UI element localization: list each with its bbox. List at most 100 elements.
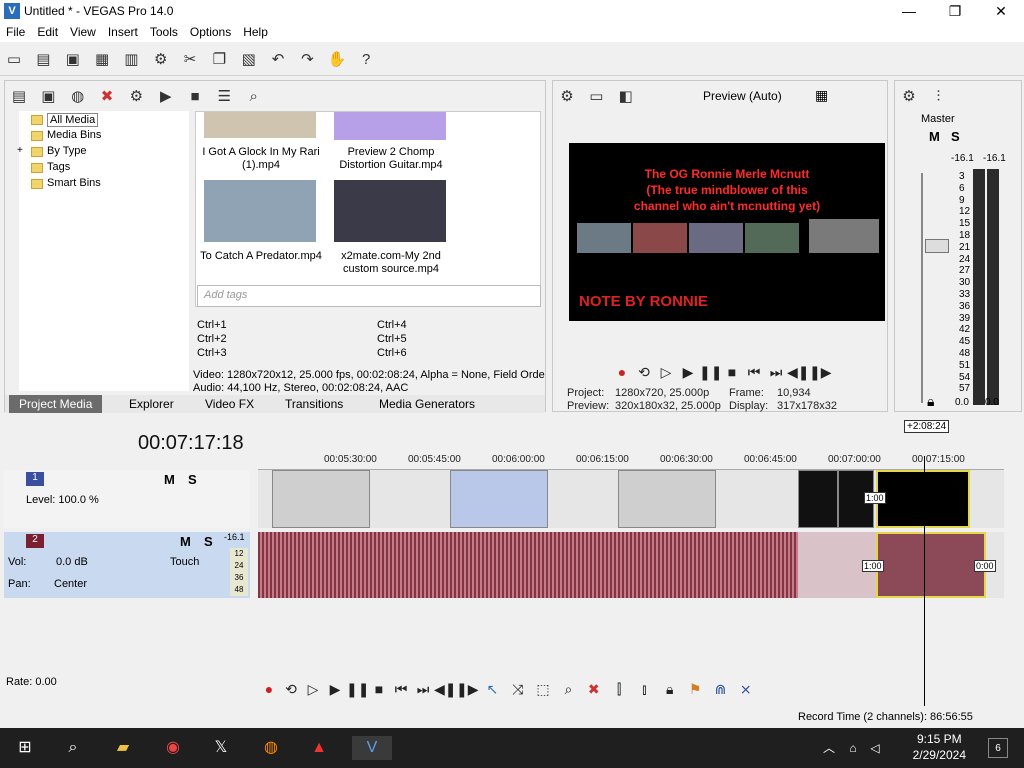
thumb-image-glock[interactable] bbox=[204, 112, 316, 138]
audio-waveform[interactable] bbox=[258, 532, 798, 598]
tree-item-smart-bins[interactable]: Smart Bins bbox=[47, 177, 101, 189]
play-from-start-icon[interactable]: ▷ bbox=[302, 676, 324, 702]
loop-icon[interactable]: ⟲ bbox=[633, 359, 655, 385]
snap-icon[interactable]: ⋒ bbox=[709, 676, 731, 702]
audio-solo-button[interactable]: S bbox=[204, 534, 213, 549]
x-app-icon[interactable]: 𝕏 bbox=[208, 736, 234, 760]
import-media-icon[interactable]: ▤ bbox=[9, 87, 29, 107]
pause-icon[interactable]: ❚❚ bbox=[346, 676, 369, 702]
go-start-icon[interactable]: ⏮ bbox=[743, 359, 765, 385]
notification-badge[interactable]: 6 bbox=[988, 738, 1008, 758]
globe-icon[interactable]: ◍ bbox=[68, 87, 88, 107]
menu-file[interactable]: File bbox=[0, 22, 31, 42]
master-solo-button[interactable]: S bbox=[951, 129, 960, 144]
remove-icon[interactable]: ✖ bbox=[97, 87, 117, 107]
view-list-icon[interactable]: ☰ bbox=[214, 87, 234, 107]
minimize-button[interactable]: — bbox=[886, 0, 932, 22]
save-as-icon[interactable]: ▦ bbox=[92, 50, 112, 70]
expand-icon[interactable]: + bbox=[17, 145, 23, 156]
selection-tool-icon[interactable]: ⬚ bbox=[532, 676, 554, 702]
video-track-header[interactable]: 1 M S Level: 100.0 % bbox=[4, 470, 250, 528]
tab-transitions[interactable]: Transitions bbox=[285, 395, 343, 413]
loop-icon[interactable]: ⟲ bbox=[280, 676, 302, 702]
video-track-lane[interactable]: 1:00 bbox=[258, 470, 1004, 528]
trim-icon[interactable]: ⫿ bbox=[608, 676, 630, 702]
lock-icon[interactable]: 🔒︎ bbox=[659, 676, 681, 702]
redo-icon[interactable]: ↷ bbox=[297, 50, 317, 70]
save-icon[interactable]: ▣ bbox=[63, 50, 83, 70]
audio-mute-button[interactable]: M bbox=[180, 534, 191, 549]
lock-icon[interactable]: 🔒︎ bbox=[927, 393, 934, 410]
master-mute-button[interactable]: M bbox=[929, 129, 940, 144]
automation-mode[interactable]: Touch bbox=[170, 556, 199, 568]
copy-icon[interactable]: ❐ bbox=[209, 50, 229, 70]
thumb-label-x2mate[interactable]: x2mate.com-My 2nd custom source.mp4 bbox=[326, 250, 456, 276]
tab-media-generators[interactable]: Media Generators bbox=[379, 395, 475, 413]
record-icon[interactable]: ● bbox=[258, 676, 280, 702]
audio-track-header[interactable]: 2 M S -16.1 Vol: 0.0 dB Touch Pan: Cente… bbox=[4, 532, 250, 598]
master-fader-handle[interactable] bbox=[925, 239, 949, 253]
start-icon[interactable]: ⊞ bbox=[12, 736, 38, 760]
mixer-icon[interactable]: ⫶ bbox=[928, 87, 948, 107]
playhead-cursor[interactable] bbox=[924, 456, 925, 706]
go-end-icon[interactable]: ⏭ bbox=[765, 359, 787, 385]
vegas-taskbar-icon[interactable]: V bbox=[352, 736, 392, 760]
auto-crossfade-icon[interactable]: ⨯ bbox=[735, 676, 757, 702]
thumb-image-chomp[interactable] bbox=[334, 112, 446, 140]
video-clip-selected[interactable] bbox=[876, 470, 970, 528]
video-clip[interactable] bbox=[618, 470, 716, 528]
preview-gear-icon[interactable]: ⚙ bbox=[557, 87, 577, 107]
thumb-image-predator[interactable] bbox=[204, 180, 316, 242]
thumb-label-glock[interactable]: I Got A Glock In My Rari (1).mp4 bbox=[196, 146, 326, 172]
master-fader-track[interactable] bbox=[921, 173, 949, 403]
thumb-image-x2mate[interactable] bbox=[334, 180, 446, 242]
video-solo-button[interactable]: S bbox=[188, 472, 197, 487]
chrome-icon[interactable]: ◉ bbox=[160, 736, 186, 760]
open-icon[interactable]: ▤ bbox=[33, 50, 53, 70]
tab-explorer[interactable]: Explorer bbox=[129, 395, 174, 413]
close-button[interactable]: ✕ bbox=[978, 0, 1024, 22]
play-icon[interactable]: ▶ bbox=[156, 87, 176, 107]
prev-frame-icon[interactable]: ◀❚ bbox=[787, 359, 810, 385]
tree-item-by-type[interactable]: By Type bbox=[47, 145, 87, 157]
tab-video-fx[interactable]: Video FX bbox=[205, 395, 254, 413]
games-app-icon[interactable]: ▲ bbox=[306, 736, 332, 760]
search-icon[interactable]: ⌕ bbox=[60, 736, 86, 760]
render-icon[interactable]: ▥ bbox=[121, 50, 141, 70]
pause-icon[interactable]: ❚❚ bbox=[699, 359, 722, 385]
envelope-tool-icon[interactable]: ⤨ bbox=[507, 676, 529, 702]
menu-view[interactable]: View bbox=[64, 22, 102, 42]
stop-icon[interactable]: ■ bbox=[368, 676, 390, 702]
tray-chevron-icon[interactable]: ︿ bbox=[816, 736, 842, 760]
properties-gear-icon[interactable]: ⚙ bbox=[151, 50, 171, 70]
audio-track-lane[interactable]: 1:00 0:00 bbox=[258, 532, 1004, 598]
tree-item-media-bins[interactable]: Media Bins bbox=[47, 129, 101, 141]
plugin-icon[interactable]: ✋ bbox=[327, 50, 347, 70]
video-clip[interactable] bbox=[272, 470, 370, 528]
undo-icon[interactable]: ↶ bbox=[268, 50, 288, 70]
master-gear-icon[interactable]: ⚙ bbox=[899, 87, 919, 107]
grid-icon[interactable]: ▦ bbox=[815, 87, 828, 104]
menu-options[interactable]: Options bbox=[184, 22, 237, 42]
play-icon[interactable]: ▶ bbox=[324, 676, 346, 702]
tree-item-all-media[interactable]: All Media bbox=[47, 113, 99, 127]
normal-edit-tool-icon[interactable]: ↖ bbox=[481, 676, 503, 702]
audio-clip-selected[interactable] bbox=[876, 532, 986, 598]
video-mute-button[interactable]: M bbox=[164, 472, 175, 487]
zoom-tool-icon[interactable]: ⌕ bbox=[557, 676, 579, 702]
menu-help[interactable]: Help bbox=[237, 22, 274, 42]
cut-icon[interactable]: ✂ bbox=[180, 50, 200, 70]
play-from-start-icon[interactable]: ▷ bbox=[655, 359, 677, 385]
search-icon[interactable]: ⌕ bbox=[244, 87, 264, 107]
taskbar-clock[interactable]: 9:15 PM 2/29/2024 bbox=[913, 731, 966, 763]
preview-quality-dropdown[interactable]: Preview (Auto) bbox=[703, 89, 782, 103]
help-icon[interactable]: ? bbox=[356, 50, 376, 70]
thumb-label-chomp[interactable]: Preview 2 Chomp Distortion Guitar.mp4 bbox=[326, 146, 456, 172]
split-screen-icon[interactable]: ◧ bbox=[616, 87, 636, 107]
stop-icon[interactable]: ■ bbox=[185, 87, 205, 107]
go-start-icon[interactable]: ⏮ bbox=[390, 676, 412, 702]
next-frame-icon[interactable]: ❚▶ bbox=[456, 676, 479, 702]
new-project-icon[interactable]: ▭ bbox=[4, 50, 24, 70]
thumb-label-predator[interactable]: To Catch A Predator.mp4 bbox=[196, 250, 326, 263]
menu-insert[interactable]: Insert bbox=[102, 22, 144, 42]
